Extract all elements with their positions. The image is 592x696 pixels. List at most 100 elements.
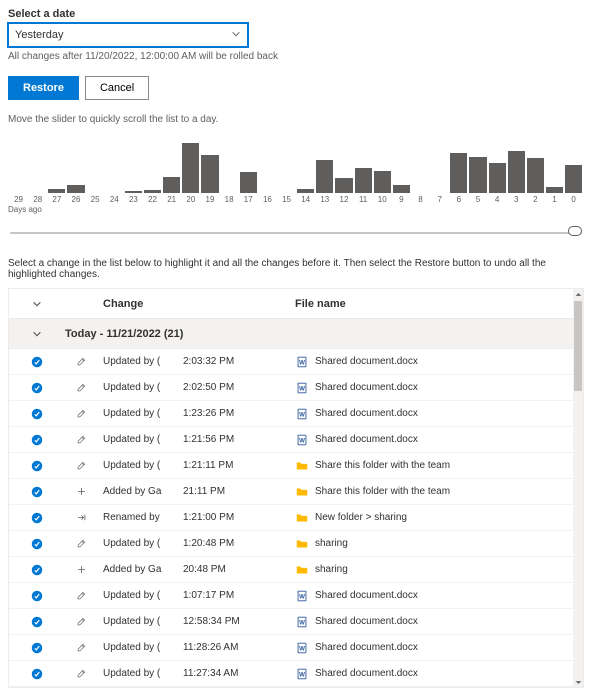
axis-tick: 0: [565, 195, 582, 204]
file-name: Shared document.docx: [315, 616, 418, 627]
slider-thumb[interactable]: [568, 226, 582, 236]
chart-bar: [240, 172, 257, 193]
folder-icon: [295, 459, 309, 473]
edit-icon: [59, 668, 103, 679]
axis-tick: 29: [10, 195, 27, 204]
svg-text:W: W: [299, 593, 305, 600]
chart-bar: [527, 158, 544, 193]
change-time: 1:21:11 PM: [183, 460, 295, 471]
group-collapse-toggle[interactable]: [15, 329, 59, 339]
change-time: 12:58:34 PM: [183, 616, 295, 627]
status-check-icon: [15, 434, 59, 446]
chart-bar: [546, 187, 563, 193]
edit-icon: [59, 434, 103, 445]
edit-icon: [59, 460, 103, 471]
edit-icon: [59, 538, 103, 549]
change-time: 2:02:50 PM: [183, 382, 295, 393]
folder-icon: [295, 511, 309, 525]
table-row[interactable]: Updated by (12:58:34 PMW Shared document.…: [9, 609, 583, 635]
change-text: Updated by (: [103, 356, 183, 367]
table-row[interactable]: Updated by (1:20:48 PMsharing: [9, 531, 583, 557]
chart-bar: [182, 143, 199, 193]
chevron-down-icon: [231, 29, 241, 42]
group-label: Today - 11/21/2022 (21): [65, 328, 183, 340]
file-name: Share this folder with the team: [315, 460, 450, 471]
table-row[interactable]: Added by Ga20:48 PM sharing: [9, 557, 583, 583]
chart-bar: [335, 178, 352, 193]
group-header[interactable]: Today - 11/21/2022 (21): [9, 319, 583, 349]
axis-tick: 28: [29, 195, 46, 204]
scrollbar[interactable]: [573, 289, 583, 687]
scrollbar-thumb[interactable]: [574, 301, 582, 391]
axis-tick: 12: [335, 195, 352, 204]
file-name: Shared document.docx: [315, 590, 418, 601]
file-name: Shared document.docx: [315, 668, 418, 679]
status-check-icon: [15, 460, 59, 472]
table-row[interactable]: Updated by (1:23:26 PMWShared document.d…: [9, 401, 583, 427]
date-dropdown[interactable]: Yesterday: [8, 23, 248, 47]
axis-tick: 1: [546, 195, 563, 204]
edit-icon: [59, 642, 103, 653]
change-time: 20:48 PM: [183, 564, 295, 575]
chart-bar: [489, 163, 506, 193]
header-filename[interactable]: File name: [295, 298, 583, 310]
svg-text:W: W: [299, 385, 305, 392]
change-text: Updated by (: [103, 642, 183, 653]
axis-tick: 4: [489, 195, 506, 204]
chart-bar: [48, 189, 65, 193]
word-doc-icon: W: [295, 433, 309, 447]
table-row[interactable]: Updated by (2:02:50 PMWShared document.d…: [9, 375, 583, 401]
table-row[interactable]: Updated by (1:07:17 PMWShared document.d…: [9, 583, 583, 609]
day-slider[interactable]: [10, 226, 582, 240]
status-check-icon: [15, 486, 59, 498]
axis-tick: 15: [278, 195, 295, 204]
svg-text:W: W: [299, 671, 305, 678]
table-row[interactable]: Updated by (2:03:32 PMWShared document.d…: [9, 349, 583, 375]
collapse-all-toggle[interactable]: [15, 299, 59, 309]
table-row[interactable]: Updated by (1:21:56 PMWShared document.d…: [9, 427, 583, 453]
axis-tick: 5: [469, 195, 486, 204]
file-name: Share this folder with the team: [315, 486, 450, 497]
change-time: 11:28:26 AM: [183, 642, 295, 653]
edit-icon: [59, 590, 103, 601]
status-check-icon: [15, 616, 59, 628]
edit-icon: [59, 408, 103, 419]
restore-button[interactable]: Restore: [8, 76, 79, 100]
word-doc-icon: W: [295, 381, 309, 395]
table-row[interactable]: Renamed by1:21:00 PMNew folder > sharing: [9, 505, 583, 531]
table-row[interactable]: Updated by (11:28:26 AMWShared document.…: [9, 635, 583, 661]
edit-icon: [59, 382, 103, 393]
chart-bar: [144, 190, 161, 193]
svg-text:W: W: [299, 411, 305, 418]
edit-icon: [59, 356, 103, 367]
change-time: 2:03:32 PM: [183, 356, 295, 367]
axis-tick: 6: [450, 195, 467, 204]
table-row[interactable]: Updated by (1:21:11 PMShare this folder …: [9, 453, 583, 479]
file-name: sharing: [315, 538, 348, 549]
date-label: Select a date: [8, 8, 584, 20]
axis-tick: 24: [106, 195, 123, 204]
word-doc-icon: W: [295, 615, 309, 629]
change-text: Added by Ga: [103, 564, 183, 575]
scroll-down-icon[interactable]: [573, 677, 583, 687]
header-change[interactable]: Change: [103, 298, 183, 310]
cancel-button[interactable]: Cancel: [85, 76, 149, 100]
date-dropdown-value: Yesterday: [15, 29, 64, 41]
change-time: 1:21:00 PM: [183, 512, 295, 523]
table-row[interactable]: Updated by (11:27:34 AMWShared document.…: [9, 661, 583, 687]
axis-tick: 8: [412, 195, 429, 204]
change-text: Updated by (: [103, 616, 183, 627]
file-name: sharing: [315, 564, 348, 575]
status-check-icon: [15, 512, 59, 524]
chart-bar: [67, 185, 84, 193]
axis-label: Days ago: [8, 205, 584, 214]
status-check-icon: [15, 408, 59, 420]
scroll-up-icon[interactable]: [573, 289, 583, 299]
rollback-hint: All changes after 11/20/2022, 12:00:00 A…: [8, 51, 584, 62]
status-check-icon: [15, 668, 59, 680]
table-row[interactable]: Added by Ga21:11 PMShare this folder wit…: [9, 479, 583, 505]
axis-tick: 18: [221, 195, 238, 204]
changes-list: Change File name Today - 11/21/2022 (21)…: [8, 288, 584, 688]
file-name: Shared document.docx: [315, 642, 418, 653]
status-check-icon: [15, 642, 59, 654]
